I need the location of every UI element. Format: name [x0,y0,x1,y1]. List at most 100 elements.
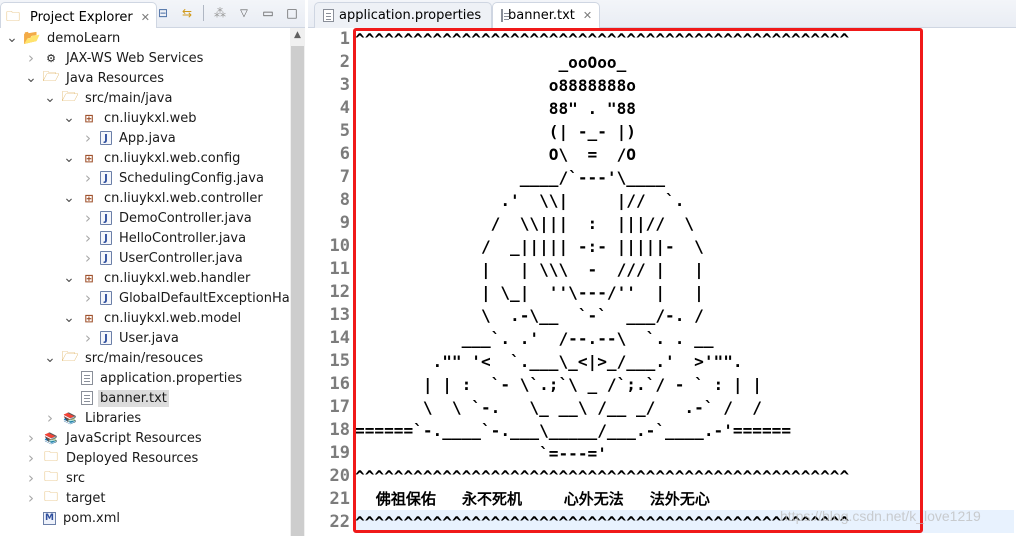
tree-item[interactable]: › J DemoController.java [82,208,254,228]
line-number: 21 [329,489,350,509]
explorer-scrollbar[interactable]: ▲ [290,28,305,536]
tree-item[interactable]: › J GlobalDefaultExceptionHandl [82,288,290,308]
expand-chevron-icon[interactable]: ⌄ [44,91,56,105]
expand-chevron-icon[interactable]: ⌄ [44,351,56,365]
tree-item[interactable]: Mpom.xml [25,508,122,528]
collapse-chevron-icon[interactable]: › [82,329,94,347]
toolbar-separator [203,5,204,21]
project-explorer-icon: 🗀 [6,8,20,25]
expand-chevron-icon[interactable]: ⌄ [6,31,18,45]
tree-item[interactable]: ⌄ 🗁 src/main/java [44,88,174,108]
tree-item[interactable]: › J HelloController.java [82,228,248,248]
collapse-chevron-icon[interactable]: › [25,49,37,67]
java-resources-icon: 🗁 [42,69,60,85]
tab-application-properties[interactable]: application.properties [314,2,492,28]
line-number: 19 [329,443,350,463]
tree-item[interactable]: ⌄ 📂 demoLearn [6,28,122,48]
tree-item[interactable]: application.properties [63,368,244,388]
tree-item[interactable]: ⌄ ⊞ cn.liuykxl.web.model [63,308,243,328]
collapse-chevron-icon[interactable]: › [25,429,37,447]
expand-chevron-icon[interactable]: ⌄ [63,191,75,205]
tree-item[interactable]: › 🗀 src [25,468,87,488]
maximize-icon[interactable]: □ [284,5,300,21]
maven-pom-icon: M [43,511,56,525]
collapse-chevron-icon[interactable]: › [25,489,37,507]
text-editor[interactable]: ^^^^^^^^^^^^^^^^^^^^^^^^^^^^^^^^^^^^^^^^… [354,28,1014,536]
collapse-chevron-icon[interactable]: › [44,409,56,427]
expand-chevron-icon[interactable]: ⌄ [63,271,75,285]
line-number: 12 [329,282,350,302]
collapse-chevron-icon[interactable]: › [25,469,37,487]
tree-item-label: cn.liuykxl.web [104,110,197,126]
tab-banner-txt[interactable]: banner.txt ✕ [492,2,600,28]
tree-item[interactable]: ⌄ 🗁 Java Resources [25,68,166,88]
tab-label: banner.txt [508,8,575,23]
tree-item[interactable]: › 🗀 target [25,488,108,508]
code-line: / \\||| : |||// \ [355,214,695,233]
project-tree: ⌄ 📂 demoLearn › ⚙ JAX-WS Web Services ⌄ 🗁 Java R… [0,28,290,536]
close-icon[interactable]: ✕ [141,11,150,24]
line-number: 14 [329,328,350,348]
tree-item[interactable]: › 📚 Libraries [44,408,143,428]
line-number: 20 [329,466,350,486]
tree-item-label: Java Resources [66,70,164,86]
tree-item-label: UserController.java [119,250,243,266]
collapse-chevron-icon[interactable]: › [82,249,94,267]
tree-item-label: demoLearn [47,30,121,46]
code-line: ____/`---'\____ [355,168,666,187]
line-number: 2 [339,52,350,72]
folder-icon: 🗀 [44,469,58,485]
tree-item[interactable]: › J User.java [82,328,181,348]
tree-item-label: GlobalDefaultExceptionHandl [119,290,290,306]
tree-item[interactable]: banner.txt [63,388,169,408]
tree-item[interactable]: › J SchedulingConfig.java [82,168,266,188]
code-line: ^^^^^^^^^^^^^^^^^^^^^^^^^^^^^^^^^^^^^^^^… [355,30,850,49]
collapse-chevron-icon[interactable]: › [82,289,94,307]
collapse-chevron-icon[interactable]: › [82,129,94,147]
line-number: 10 [329,236,350,256]
tree-item[interactable]: ⌄ ⊞ cn.liuykxl.web [63,108,199,128]
code-line: | | : `- \`.;`\ _ /`;.`/ - ` : | | [355,375,762,394]
link-with-editor-icon[interactable]: ⇆ [179,5,195,21]
tree-item[interactable]: ⌄ ⊞ cn.liuykxl.web.controller [63,188,265,208]
tree-item[interactable]: › J App.java [82,128,178,148]
expand-chevron-icon[interactable]: ⌄ [63,111,75,125]
tree-item[interactable]: › 📚 JavaScript Resources [25,428,204,448]
tree-item[interactable]: ⌄ ⊞ cn.liuykxl.web.handler [63,268,252,288]
text-file-icon [81,391,93,405]
expand-chevron-icon[interactable]: ⌄ [63,151,75,165]
tree-item-label: JavaScript Resources [66,430,202,446]
line-number: 15 [329,351,350,371]
collapse-chevron-icon[interactable]: › [82,209,94,227]
collapse-all-icon[interactable]: ⊟ [155,5,171,21]
line-number: 4 [339,98,350,118]
project-explorer-tab[interactable]: 🗀 Project Explorer ✕ [0,2,157,28]
filter-icon[interactable]: ⁂ [212,5,228,21]
scrollbar-thumb[interactable] [291,46,304,536]
project-explorer-header: 🗀 Project Explorer ✕ ⊟ ⇆ ⁂ ▽ ▭ □ [0,0,305,28]
tree-item[interactable]: › J UserController.java [82,248,245,268]
view-menu-icon[interactable]: ▽ [236,5,252,21]
tree-item[interactable]: ⌄ ⊞ cn.liuykxl.web.config [63,148,242,168]
tree-item[interactable]: › ⚙ JAX-WS Web Services [25,48,205,68]
close-tab-icon[interactable]: ✕ [583,9,592,22]
tree-item-label: Deployed Resources [66,450,199,466]
package-icon: ⊞ [84,111,94,125]
line-number: 11 [329,259,350,279]
expand-chevron-icon[interactable]: ⌄ [25,71,37,85]
tree-item[interactable]: › 🗀 Deployed Resources [25,448,200,468]
code-line: | | \\\ - /// | | [355,260,704,279]
minimize-icon[interactable]: ▭ [260,5,276,21]
expand-chevron-icon[interactable]: ⌄ [63,311,75,325]
collapse-chevron-icon[interactable]: › [82,169,94,187]
code-line: ======`-.____`-.___\_____/___.-`____.-'=… [355,421,792,440]
collapse-chevron-icon[interactable]: › [25,449,37,467]
line-number: 1 [339,29,350,49]
code-line: ^^^^^^^^^^^^^^^^^^^^^^^^^^^^^^^^^^^^^^^^… [355,513,850,532]
code-line: `=---=' [355,444,607,463]
project-explorer-panel: 🗀 Project Explorer ✕ ⊟ ⇆ ⁂ ▽ ▭ □ ⌄ 📂 demoL… [0,0,305,536]
tree-item[interactable]: ⌄ 🗁 src/main/resouces [44,348,205,368]
scroll-up-icon[interactable]: ▲ [290,30,305,44]
package-icon: ⊞ [84,191,94,205]
collapse-chevron-icon[interactable]: › [82,229,94,247]
